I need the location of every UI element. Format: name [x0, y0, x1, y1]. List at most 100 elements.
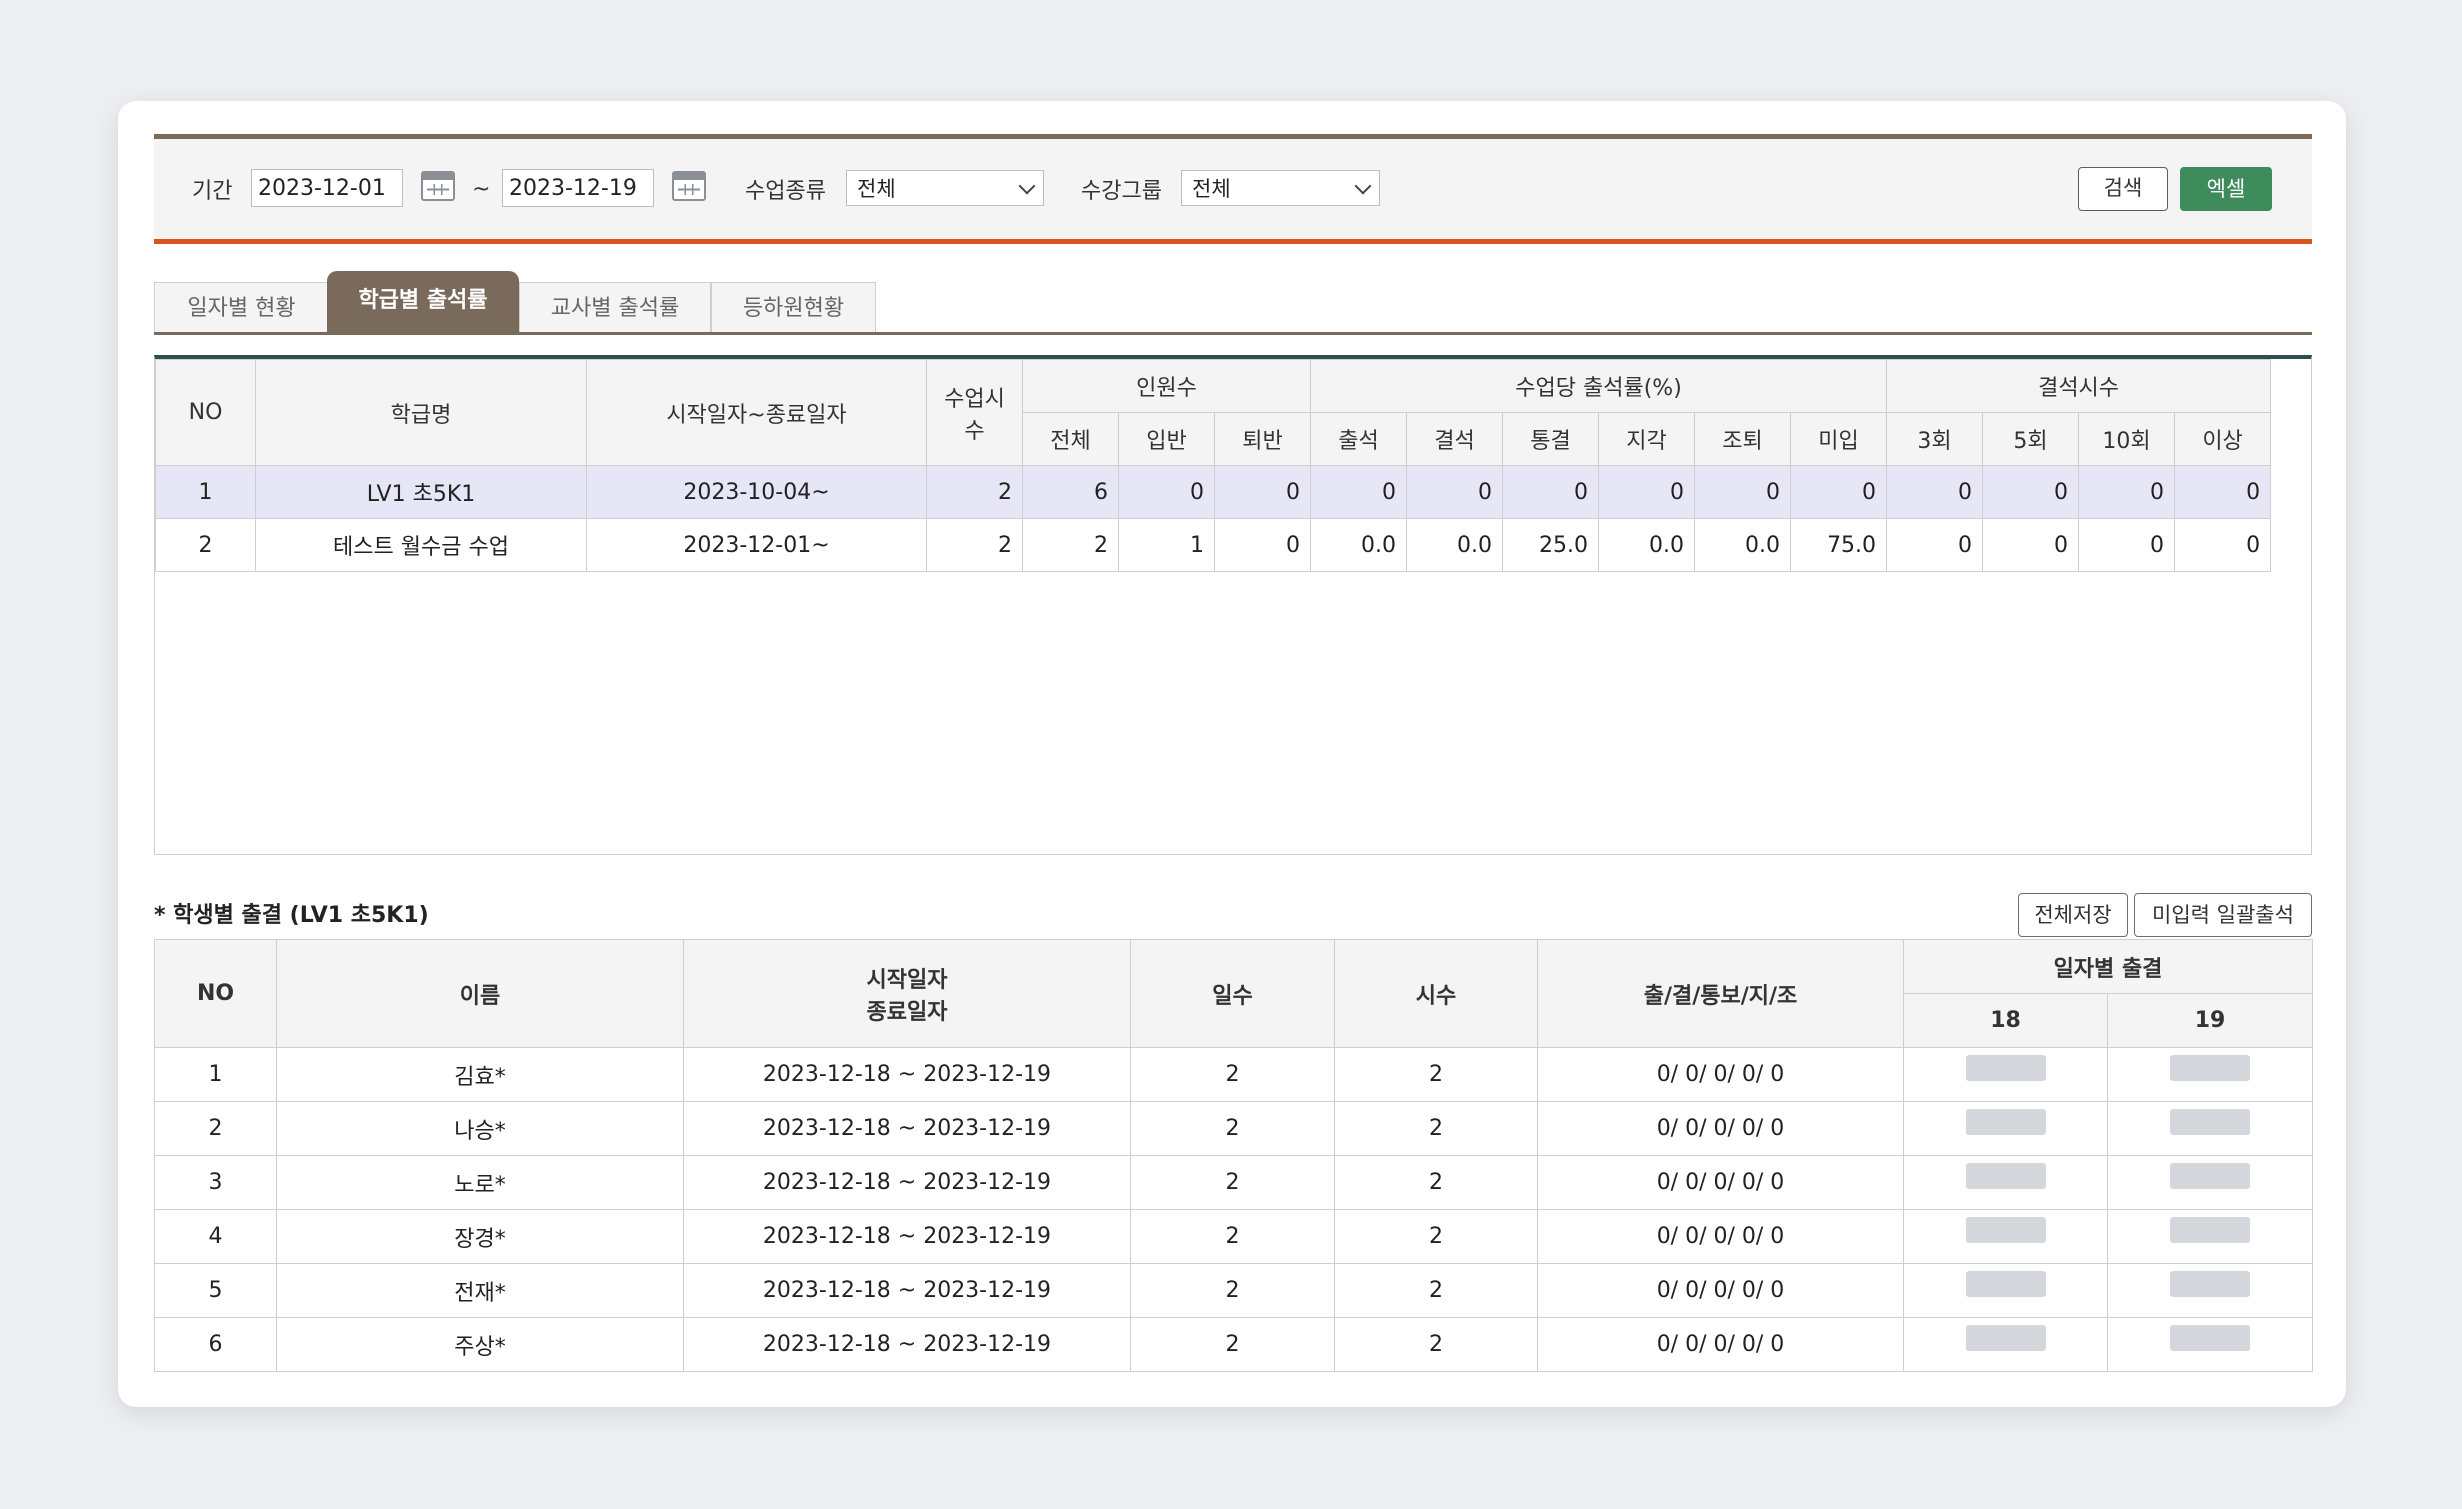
attendance-day-18-cell — [1903, 1155, 2108, 1210]
header-no: NO — [155, 359, 256, 466]
cell-hours: 2 — [926, 518, 1023, 572]
end-date-input[interactable]: 2023-12-19 — [502, 169, 654, 207]
cell-notified: 0 — [1502, 465, 1600, 519]
cell-stats: 0/ 0/ 0/ 0/ 0 — [1537, 1317, 1904, 1372]
cell-early: 0.0 — [1694, 518, 1792, 572]
chevron-down-icon — [1354, 177, 1372, 195]
cell-hours: 2 — [926, 465, 1023, 519]
table-row[interactable]: 2 나승* 2023-12-18 ~ 2023-12-19 2 2 0/ 0/ 0/ 0/… — [154, 1101, 2313, 1156]
header-day-18: 18 — [1903, 993, 2108, 1048]
cell-unentered: 75.0 — [1790, 518, 1888, 572]
attendance-day-19-cell — [2107, 1317, 2313, 1372]
header-abs-5: 5회 — [1982, 412, 2080, 466]
cell-no: 1 — [154, 1047, 277, 1102]
table-row[interactable]: 3 노로* 2023-12-18 ~ 2023-12-19 2 2 0/ 0/ 0/ 0/… — [154, 1155, 2313, 1210]
tab-pickup-status[interactable]: 등하원현황 — [711, 282, 876, 332]
attendance-day-18-input[interactable] — [1965, 1163, 2046, 1189]
header-absence: 결석시수 — [1886, 359, 2272, 413]
group-select[interactable]: 전체 — [1181, 170, 1380, 206]
group-value: 전체 — [1192, 177, 1231, 201]
attendance-day-19-input[interactable] — [2170, 1055, 2250, 1081]
attendance-day-19-cell — [2107, 1047, 2313, 1102]
end-calendar-icon[interactable] — [672, 171, 706, 201]
cell-name: 노로* — [276, 1155, 684, 1210]
cell-days: 2 — [1130, 1263, 1335, 1318]
student-section-header: * 학생별 출결 (LV1 초5K1) 전체저장 미입력 일괄출석 — [154, 893, 2312, 939]
cell-period: 2023-10-04~ — [586, 465, 927, 519]
header-period: 시작일자 종료일자 — [683, 939, 1131, 1048]
attendance-day-19-input[interactable] — [2170, 1163, 2250, 1189]
header-hours: 시수 — [1334, 939, 1538, 1048]
header-unentered: 미입 — [1790, 412, 1888, 466]
cell-total: 6 — [1022, 465, 1119, 519]
table-row[interactable]: 1 김효* 2023-12-18 ~ 2023-12-19 2 2 0/ 0/ 0/ 0/… — [154, 1047, 2313, 1102]
attendance-day-18-input[interactable] — [1965, 1217, 2046, 1243]
header-day-19: 19 — [2107, 993, 2313, 1048]
table-row[interactable]: 2 테스트 월수금 수업 2023-12-01~ 2 2 1 0 0.0 0.0… — [155, 518, 2272, 572]
cell-period: 2023-12-01~ — [586, 518, 927, 572]
search-button[interactable]: 검색 — [2078, 167, 2168, 211]
attendance-day-19-cell — [2107, 1263, 2313, 1318]
attendance-day-18-cell — [1903, 1263, 2108, 1318]
header-abs-3: 3회 — [1886, 412, 1984, 466]
table-row[interactable]: 1 LV1 초5K1 2023-10-04~ 2 6 0 0 0 0 0 0 0… — [155, 465, 2272, 519]
cell-hours: 2 — [1334, 1263, 1538, 1318]
attendance-day-18-input[interactable] — [1965, 1109, 2046, 1135]
attendance-day-19-input[interactable] — [2170, 1271, 2250, 1297]
tab-class-attendance[interactable]: 학급별 출석률 — [327, 271, 519, 332]
cell-absent: 0 — [1406, 465, 1504, 519]
attendance-day-19-cell — [2107, 1155, 2313, 1210]
cell-stats: 0/ 0/ 0/ 0/ 0 — [1537, 1209, 1904, 1264]
cell-late: 0.0 — [1598, 518, 1696, 572]
cell-period: 2023-12-18 ~ 2023-12-19 — [683, 1101, 1131, 1156]
attendance-day-18-input[interactable] — [1965, 1271, 2046, 1297]
cell-no: 2 — [154, 1101, 277, 1156]
main-card: 기간 2023-12-01 ~ 2023-12-19 수업종류 전체 수강그룹 … — [118, 101, 2346, 1407]
header-notified: 통결 — [1502, 412, 1600, 466]
attendance-day-19-input[interactable] — [2170, 1217, 2250, 1243]
table-row[interactable]: 6 주상* 2023-12-18 ~ 2023-12-19 2 2 0/ 0/ 0/ 0/… — [154, 1317, 2313, 1372]
cell-absent: 0.0 — [1406, 518, 1504, 572]
header-abs-over: 이상 — [2174, 412, 2272, 466]
attendance-day-19-input[interactable] — [2170, 1325, 2250, 1351]
cell-stats: 0/ 0/ 0/ 0/ 0 — [1537, 1047, 1904, 1102]
header-late: 지각 — [1598, 412, 1696, 466]
cell-abs-5: 0 — [1982, 465, 2080, 519]
cell-class-name: 테스트 월수금 수업 — [255, 518, 587, 572]
cell-period: 2023-12-18 ~ 2023-12-19 — [683, 1155, 1131, 1210]
table-row[interactable]: 4 장경* 2023-12-18 ~ 2023-12-19 2 2 0/ 0/ 0/ 0/… — [154, 1209, 2313, 1264]
cell-out: 0 — [1213, 465, 1312, 519]
attendance-day-18-input[interactable] — [1965, 1325, 2046, 1351]
cell-stats: 0/ 0/ 0/ 0/ 0 — [1537, 1155, 1904, 1210]
cell-attend: 0 — [1310, 465, 1408, 519]
save-all-button[interactable]: 전체저장 — [2018, 893, 2128, 937]
cell-days: 2 — [1130, 1209, 1335, 1264]
cell-abs-3: 0 — [1886, 518, 1984, 572]
cell-class-name: LV1 초5K1 — [255, 465, 587, 519]
attendance-day-18-cell — [1903, 1209, 2108, 1264]
cell-late: 0 — [1598, 465, 1696, 519]
start-date-input[interactable]: 2023-12-01 — [251, 169, 403, 207]
cell-notified: 25.0 — [1502, 518, 1600, 572]
cell-hours: 2 — [1334, 1047, 1538, 1102]
bulk-attend-button[interactable]: 미입력 일괄출석 — [2134, 893, 2312, 937]
cell-name: 주상* — [276, 1317, 684, 1372]
tab-teacher-attendance[interactable]: 교사별 출석률 — [519, 282, 711, 332]
attendance-day-18-input[interactable] — [1965, 1055, 2046, 1081]
header-start-date: 시작일자 — [866, 967, 948, 993]
cell-period: 2023-12-18 ~ 2023-12-19 — [683, 1047, 1131, 1102]
table-row[interactable]: 5 전재* 2023-12-18 ~ 2023-12-19 2 2 0/ 0/ 0/ 0/… — [154, 1263, 2313, 1318]
header-no: NO — [154, 939, 277, 1048]
class-type-select[interactable]: 전체 — [846, 170, 1044, 206]
tilde-label: ~ — [472, 176, 491, 202]
excel-button[interactable]: 엑셀 — [2180, 167, 2272, 211]
attendance-day-19-input[interactable] — [2170, 1109, 2250, 1135]
tab-daily-status[interactable]: 일자별 현황 — [154, 282, 329, 332]
header-class-name: 학급명 — [255, 359, 587, 466]
cell-name: 장경* — [276, 1209, 684, 1264]
cell-hours: 2 — [1334, 1155, 1538, 1210]
cell-days: 2 — [1130, 1101, 1335, 1156]
cell-name: 김효* — [276, 1047, 684, 1102]
start-calendar-icon[interactable] — [421, 171, 455, 201]
header-period: 시작일자~종료일자 — [586, 359, 927, 466]
